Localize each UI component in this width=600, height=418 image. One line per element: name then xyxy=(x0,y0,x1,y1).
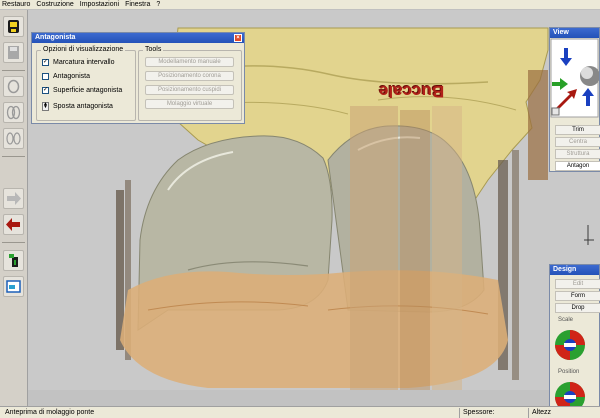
centra-button[interactable]: Centra xyxy=(555,137,600,147)
modellamento-manuale-button[interactable]: Modellamento manuale xyxy=(145,57,234,67)
menu-help[interactable]: ? xyxy=(156,1,160,8)
menu-restauro[interactable]: Restauro xyxy=(2,1,30,8)
tools-group: Tools Modellamento manuale Posizionament… xyxy=(138,46,242,121)
checkbox-checked-icon[interactable]: ✓ xyxy=(42,59,49,66)
display-options-group: Opzioni di visualizzazione ✓ Marcatura i… xyxy=(36,46,136,121)
trim-button[interactable]: Trim xyxy=(555,125,600,135)
spinner-icon[interactable]: ▲ ▼ xyxy=(42,102,49,111)
option-antagonista[interactable]: Antagonista xyxy=(42,73,90,80)
status-bar: Anteprima di molaggio ponte Spessore: Al… xyxy=(0,406,600,418)
form-button[interactable]: Form xyxy=(555,291,600,301)
option-marcatura-intervallo[interactable]: ✓ Marcatura intervallo xyxy=(42,59,114,66)
scale-label: Scale xyxy=(558,317,574,323)
close-icon[interactable]: × xyxy=(234,34,242,42)
open-file-icon[interactable] xyxy=(3,16,24,37)
antagonista-panel-title: Antagonista × xyxy=(32,33,244,43)
status-message: Anteprima di molaggio ponte xyxy=(5,409,95,416)
toolbar-divider xyxy=(2,156,25,157)
menu-bar: Restauro Costruzione Impostazioni Finest… xyxy=(0,0,600,10)
option-superficie-antagonista[interactable]: ✓ Superficie antagonista xyxy=(42,87,122,94)
tooth-arch-icon[interactable] xyxy=(3,128,24,149)
checkbox-checked-icon[interactable]: ✓ xyxy=(42,87,49,94)
buccale-label: Buccale xyxy=(379,82,445,101)
tooth-view-icon[interactable] xyxy=(3,76,24,97)
menu-finestra[interactable]: Finestra xyxy=(125,1,150,8)
status-thickness: Spessore: xyxy=(459,408,525,418)
drop-button[interactable]: Drop xyxy=(555,303,600,313)
spray-tool-icon[interactable] xyxy=(3,250,24,271)
design-panel-title: Design xyxy=(550,265,599,275)
antagonista-panel: Antagonista × Opzioni di visualizzazione… xyxy=(31,32,245,124)
edit-button[interactable]: Edit xyxy=(555,279,600,289)
design-panel: Design Edit Form Drop Scale Position xyxy=(549,264,600,418)
view-orientation-widget[interactable] xyxy=(550,38,599,118)
struttura-button[interactable]: Struttura xyxy=(555,149,600,159)
menu-impostazioni[interactable]: Impostazioni xyxy=(80,1,119,8)
molaggio-virtuale-button[interactable]: Molaggio virtuale xyxy=(145,99,234,109)
arrow-right-icon[interactable] xyxy=(3,188,24,209)
left-toolbar xyxy=(0,10,28,408)
arrow-left-icon[interactable] xyxy=(3,214,24,235)
toolbar-divider xyxy=(2,242,25,243)
save-disabled-icon[interactable] xyxy=(3,42,24,63)
menu-costruzione[interactable]: Costruzione xyxy=(36,1,73,8)
antagonista-button[interactable]: Antagon xyxy=(555,161,600,171)
view-panel: View Trim Centra Struttura Antagon xyxy=(549,27,600,172)
checkbox-unchecked-icon[interactable] xyxy=(42,73,49,80)
tooth-pair-icon[interactable] xyxy=(3,102,24,123)
posizionamento-cuspidi-button[interactable]: Posizionamento cuspidi xyxy=(145,85,234,95)
preview-window-icon[interactable] xyxy=(3,276,24,297)
scale-control-icon[interactable] xyxy=(553,327,598,363)
status-height: Altezz xyxy=(528,408,600,418)
view-panel-title: View xyxy=(550,28,599,38)
sposta-antagonista-control[interactable]: ▲ ▼ Sposta antagonista xyxy=(42,102,113,111)
toolbar-divider xyxy=(2,70,25,71)
position-label: Position xyxy=(558,369,580,375)
posizionamento-corona-button[interactable]: Posizionamento corona xyxy=(145,71,234,81)
